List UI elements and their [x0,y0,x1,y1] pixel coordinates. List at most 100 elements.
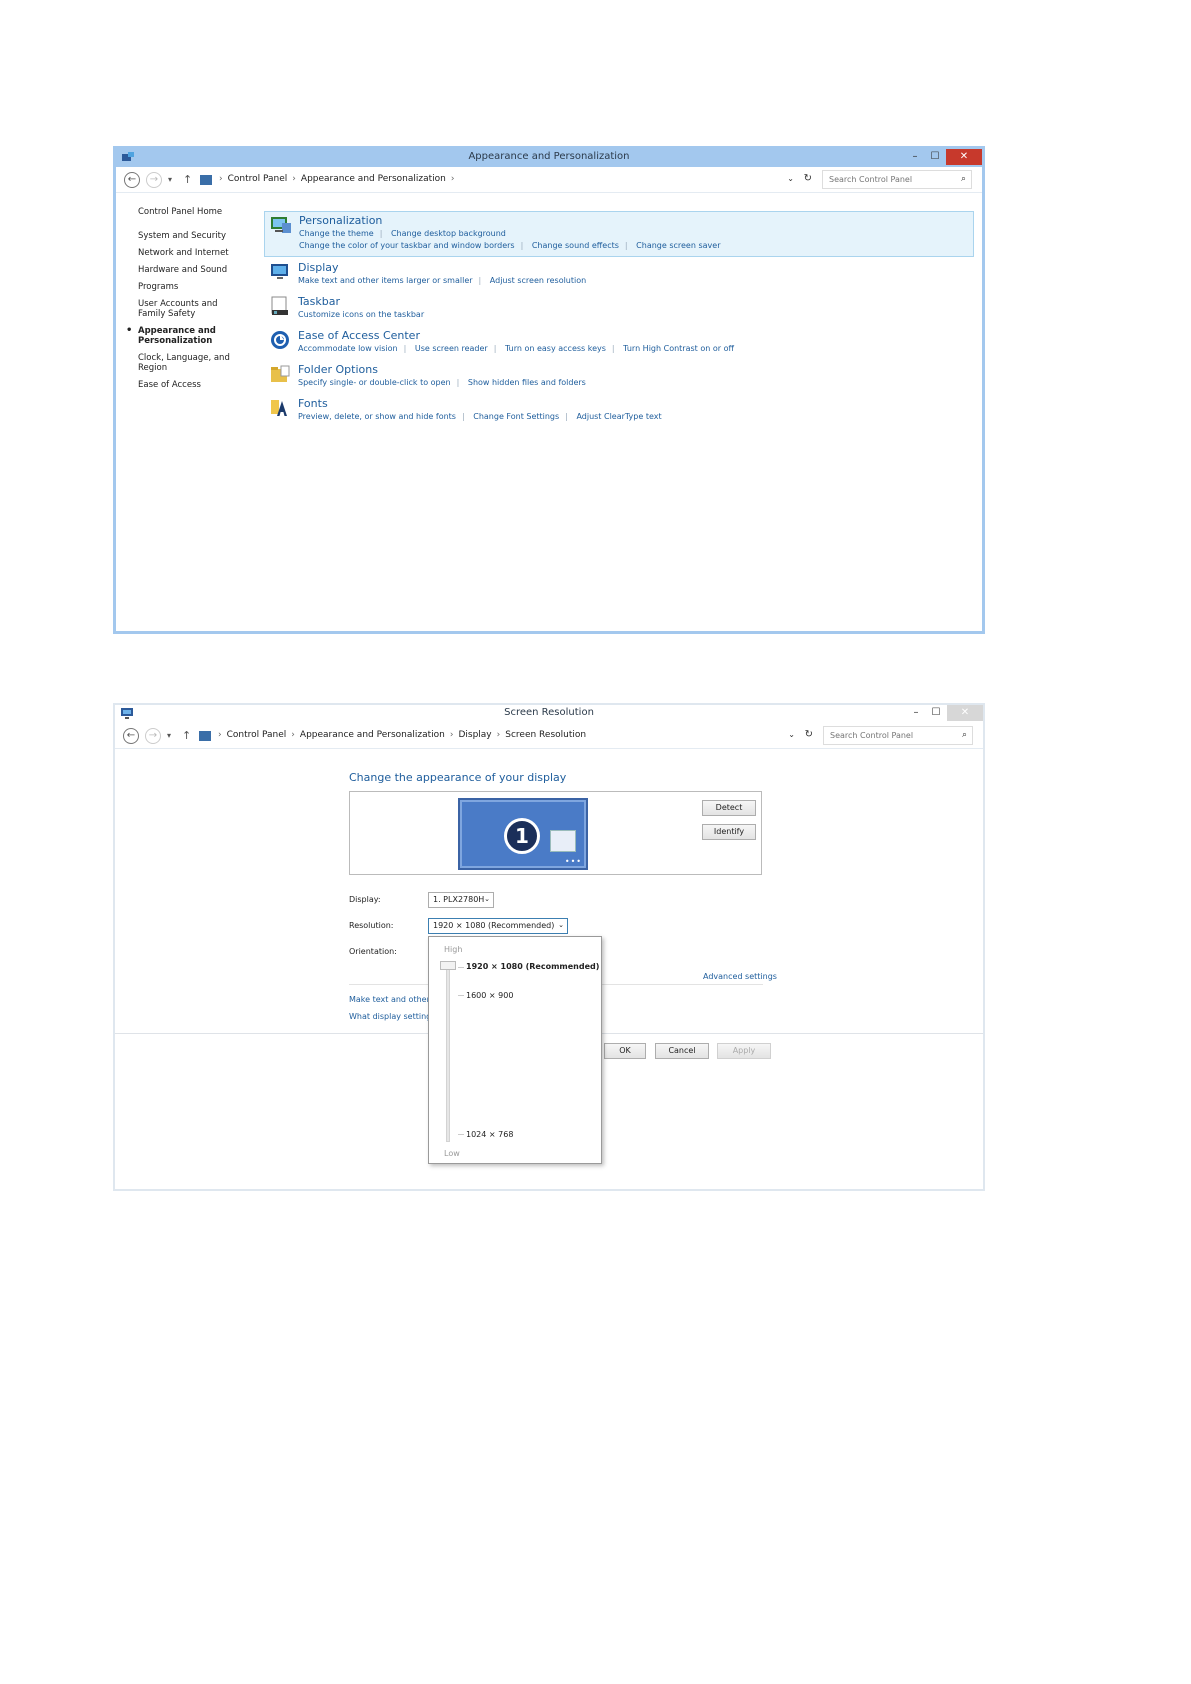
sidebar-item-network[interactable]: Network and Internet [138,248,258,258]
back-button[interactable]: ← [123,728,139,744]
slider-tick [458,1134,464,1135]
link-low-vision[interactable]: Accommodate low vision [298,344,398,353]
link-single-double-click[interactable]: Specify single- or double-click to open [298,378,451,387]
link-high-contrast[interactable]: Turn High Contrast on or off [623,344,734,353]
breadcrumb-arrow-icon: › [449,730,454,740]
resolution-option[interactable]: 1600 × 900 [466,991,513,1000]
sidebar-item-clock[interactable]: Clock, Language, and Region [138,353,258,373]
resolution-option[interactable]: 1024 × 768 [466,1130,513,1139]
breadcrumb-arrow-icon: › [291,730,295,740]
breadcrumb-item-display[interactable]: Display [458,730,491,740]
sidebar-item-home[interactable]: Control Panel Home [138,207,258,217]
sidebar-item-programs[interactable]: Programs [138,282,258,292]
close-button[interactable]: ✕ [946,149,982,165]
link-cleartype[interactable]: Adjust ClearType text [576,412,661,421]
link-separator: | [611,344,615,353]
monitor-dots-icon: ••• [564,857,582,866]
back-button[interactable]: ← [124,172,140,188]
control-panel-breadcrumb-icon [200,175,212,185]
category-ease-of-access[interactable]: Ease of Access Center Accommodate low vi… [264,327,974,361]
resolution-slider-track[interactable] [446,967,450,1142]
address-dropdown-icon[interactable]: ⌄ [788,730,795,739]
minimize-button[interactable]: – [907,705,925,721]
display-breadcrumb-icon [199,731,211,741]
category-title[interactable]: Fonts [298,395,974,411]
slider-tick [458,995,464,996]
link-preview-fonts[interactable]: Preview, delete, or show and hide fonts [298,412,456,421]
link-font-settings[interactable]: Change Font Settings [473,412,559,421]
link-customize-icons[interactable]: Customize icons on the taskbar [298,310,424,319]
resolution-slider-thumb[interactable] [440,961,456,970]
link-screen-reader[interactable]: Use screen reader [415,344,488,353]
search-icon[interactable]: ⌕ [961,174,966,184]
breadcrumb-item-appearance[interactable]: Appearance and Personalization [300,730,445,740]
link-separator: | [478,276,482,285]
category-personalization[interactable]: Personalization Change the theme | Change… [264,211,974,257]
category-folder-options[interactable]: Folder Options Specify single- or double… [264,361,974,395]
link-access-keys[interactable]: Turn on easy access keys [505,344,606,353]
up-icon[interactable]: ↑ [183,173,192,186]
recent-locations-icon[interactable]: ▾ [167,731,171,740]
title-bar[interactable]: Appearance and Personalization – ☐ ✕ [116,149,982,167]
up-icon[interactable]: ↑ [182,729,191,742]
link-change-color[interactable]: Change the color of your taskbar and win… [299,241,515,250]
category-title[interactable]: Taskbar [298,293,974,309]
window-title: Appearance and Personalization [468,151,630,162]
text-size-link[interactable]: Make text and other [349,995,430,1004]
identify-button[interactable]: Identify [702,824,756,840]
maximize-button[interactable]: ☐ [926,149,944,165]
monitor-number: 1 [504,818,540,854]
sidebar-item-user-accounts[interactable]: User Accounts and Family Safety [138,299,243,319]
link-change-background[interactable]: Change desktop background [391,229,506,238]
recent-locations-icon[interactable]: ▾ [168,175,172,184]
monitor-arrangement-panel: 1 ••• Detect Identify [349,791,762,875]
detect-button[interactable]: Detect [702,800,756,816]
display-icon [271,264,288,279]
category-title[interactable]: Ease of Access Center [298,327,974,343]
search-input[interactable] [823,726,973,745]
link-change-theme[interactable]: Change the theme [299,229,374,238]
category-taskbar[interactable]: Taskbar Customize icons on the taskbar [264,293,974,327]
cancel-button[interactable]: Cancel [655,1043,709,1059]
forward-button[interactable]: → [145,728,161,744]
link-separator: | [520,241,524,250]
title-bar[interactable]: Screen Resolution – ☐ ✕ [115,705,983,723]
advanced-settings-link[interactable]: Advanced settings [703,972,777,981]
category-title[interactable]: Folder Options [298,361,974,377]
link-hidden-files[interactable]: Show hidden files and folders [468,378,586,387]
category-fonts[interactable]: Fonts Preview, delete, or show and hide … [264,395,974,429]
display-select[interactable]: 1. PLX2780H ⌄ [428,892,494,908]
sidebar-item-appearance[interactable]: Appearance and Personalization [126,326,218,346]
display-settings-link[interactable]: What display setting [349,1012,431,1021]
address-dropdown-icon[interactable]: ⌄ [787,174,794,183]
breadcrumb-item-screen-resolution[interactable]: Screen Resolution [505,730,586,740]
resolution-select[interactable]: 1920 × 1080 (Recommended) ⌄ [428,918,568,934]
sidebar-item-system-security[interactable]: System and Security [138,231,258,241]
monitor-1[interactable]: 1 ••• [458,798,588,870]
breadcrumb-item-control-panel[interactable]: Control Panel [227,730,287,740]
link-change-sound[interactable]: Change sound effects [532,241,619,250]
maximize-button[interactable]: ☐ [927,705,945,721]
close-button[interactable]: ✕ [947,705,983,721]
category-display[interactable]: Display Make text and other items larger… [264,259,974,293]
breadcrumb-item-appearance[interactable]: Appearance and Personalization [301,174,446,184]
minimize-button[interactable]: – [906,149,924,165]
forward-button[interactable]: → [146,172,162,188]
resolution-option[interactable]: 1920 × 1080 (Recommended) [466,962,599,971]
category-title[interactable]: Display [298,259,974,275]
link-text-size[interactable]: Make text and other items larger or smal… [298,276,473,285]
link-separator: | [456,378,460,387]
search-icon[interactable]: ⌕ [962,730,967,740]
address-bar: ← → ▾ ↑ › Control Panel › Appearance and… [116,167,982,193]
sidebar-item-hardware[interactable]: Hardware and Sound [138,265,258,275]
category-title[interactable]: Personalization [299,212,973,228]
link-change-screensaver[interactable]: Change screen saver [636,241,720,250]
refresh-icon[interactable]: ↻ [804,173,812,184]
search-input[interactable] [822,170,972,189]
sidebar-item-ease-of-access[interactable]: Ease of Access [138,380,258,390]
refresh-icon[interactable]: ↻ [805,729,813,740]
breadcrumb-item-control-panel[interactable]: Control Panel [228,174,288,184]
ok-button[interactable]: OK [604,1043,646,1059]
link-adjust-resolution[interactable]: Adjust screen resolution [490,276,586,285]
apply-button[interactable]: Apply [717,1043,771,1059]
